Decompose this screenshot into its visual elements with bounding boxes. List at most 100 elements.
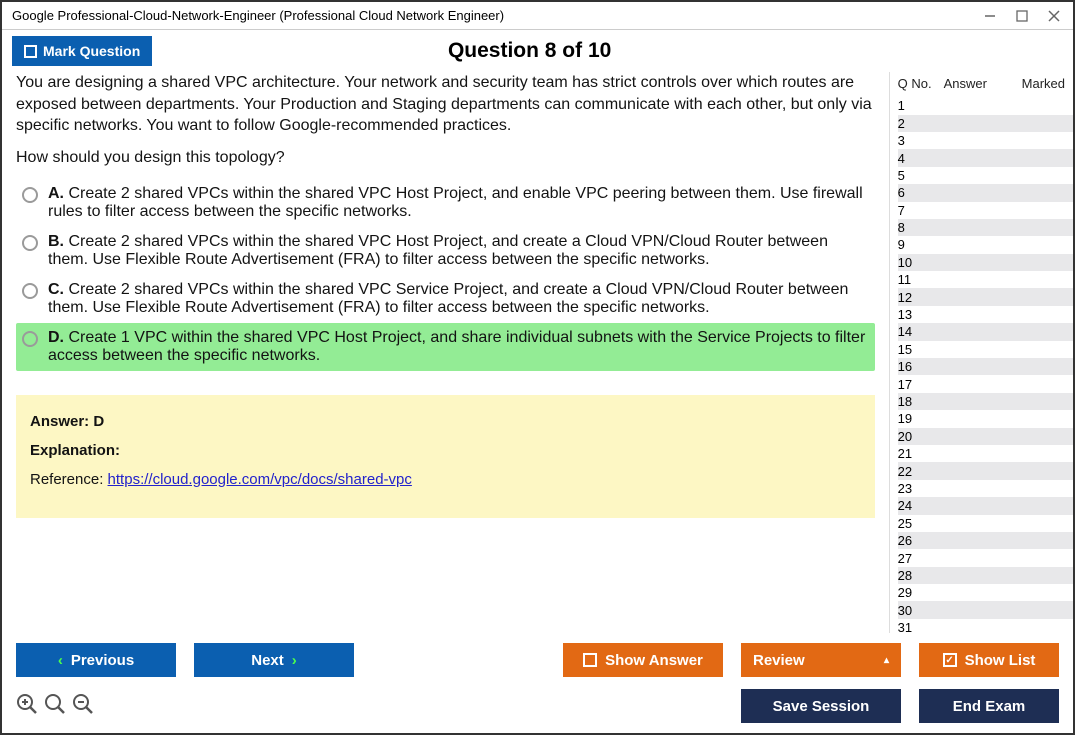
- question-list-row[interactable]: 21: [898, 445, 1073, 462]
- question-counter: Question 8 of 10: [152, 39, 907, 63]
- next-button[interactable]: Next ›: [194, 643, 354, 677]
- mark-question-label: Mark Question: [43, 43, 140, 59]
- option-d[interactable]: D. Create 1 VPC within the shared VPC Ho…: [16, 323, 875, 371]
- question-list-row[interactable]: 23: [898, 480, 1073, 497]
- question-list-row[interactable]: 7: [898, 202, 1073, 219]
- question-list-row[interactable]: 31: [898, 619, 1073, 633]
- show-list-label: Show List: [965, 652, 1036, 669]
- question-number: 28: [898, 568, 944, 583]
- question-text-1: You are designing a shared VPC architect…: [16, 72, 875, 137]
- question-list-row[interactable]: 30: [898, 601, 1073, 618]
- checkbox-icon: [583, 653, 597, 667]
- question-number: 16: [898, 359, 944, 374]
- minimize-icon[interactable]: [983, 9, 997, 23]
- header-answer: Answer: [944, 76, 1022, 91]
- bottom-bar: ‹ Previous Next › Show Answer Review ▴ ✓…: [2, 633, 1073, 733]
- question-number: 5: [898, 168, 944, 183]
- options-list: A. Create 2 shared VPCs within the share…: [16, 179, 875, 371]
- question-list-row[interactable]: 13: [898, 306, 1073, 323]
- header-marked: Marked: [1022, 76, 1065, 91]
- question-number: 29: [898, 585, 944, 600]
- question-number: 6: [898, 185, 944, 200]
- question-list-row[interactable]: 27: [898, 549, 1073, 566]
- question-number: 17: [898, 377, 944, 392]
- question-list-row[interactable]: 20: [898, 428, 1073, 445]
- question-number: 19: [898, 411, 944, 426]
- question-number: 3: [898, 133, 944, 148]
- save-session-button[interactable]: Save Session: [741, 689, 901, 723]
- question-list-row[interactable]: 26: [898, 532, 1073, 549]
- window-controls: [983, 9, 1067, 23]
- option-text: D. Create 1 VPC within the shared VPC Ho…: [48, 329, 869, 365]
- question-list-row[interactable]: 25: [898, 515, 1073, 532]
- radio-icon[interactable]: [22, 331, 38, 347]
- question-list[interactable]: 1234567891011121314151617181920212223242…: [890, 97, 1073, 633]
- maximize-icon[interactable]: [1015, 9, 1029, 23]
- zoom-controls: [16, 693, 94, 720]
- question-number: 24: [898, 498, 944, 513]
- question-list-row[interactable]: 19: [898, 410, 1073, 427]
- option-text: B. Create 2 shared VPCs within the share…: [48, 233, 869, 269]
- chevron-right-icon: ›: [292, 652, 297, 669]
- question-list-row[interactable]: 9: [898, 236, 1073, 253]
- chevron-left-icon: ‹: [58, 652, 63, 669]
- question-number: 26: [898, 533, 944, 548]
- question-list-row[interactable]: 8: [898, 219, 1073, 236]
- answer-box: Answer: D Explanation: Reference: https:…: [16, 395, 875, 518]
- question-list-row[interactable]: 18: [898, 393, 1073, 410]
- option-c[interactable]: C. Create 2 shared VPCs within the share…: [16, 275, 875, 323]
- show-answer-button[interactable]: Show Answer: [563, 643, 723, 677]
- zoom-reset-icon[interactable]: [16, 693, 38, 720]
- option-a[interactable]: A. Create 2 shared VPCs within the share…: [16, 179, 875, 227]
- question-list-row[interactable]: 1: [898, 97, 1073, 114]
- question-list-row[interactable]: 17: [898, 375, 1073, 392]
- radio-icon[interactable]: [22, 283, 38, 299]
- review-button[interactable]: Review ▴: [741, 643, 901, 677]
- question-list-row[interactable]: 14: [898, 323, 1073, 340]
- toolbar: Mark Question Question 8 of 10: [2, 30, 1073, 72]
- question-list-row[interactable]: 29: [898, 584, 1073, 601]
- question-list-row[interactable]: 5: [898, 167, 1073, 184]
- reference-link[interactable]: https://cloud.google.com/vpc/docs/shared…: [108, 471, 412, 488]
- question-list-row[interactable]: 15: [898, 341, 1073, 358]
- end-exam-button[interactable]: End Exam: [919, 689, 1059, 723]
- question-list-row[interactable]: 6: [898, 184, 1073, 201]
- question-number: 11: [898, 272, 944, 287]
- question-list-row[interactable]: 22: [898, 462, 1073, 479]
- next-label: Next: [251, 652, 284, 669]
- question-number: 23: [898, 481, 944, 496]
- close-icon[interactable]: [1047, 9, 1061, 23]
- question-list-row[interactable]: 12: [898, 288, 1073, 305]
- question-list-header: Q No. Answer Marked: [890, 72, 1073, 97]
- explanation-label: Explanation:: [30, 442, 120, 459]
- previous-button[interactable]: ‹ Previous: [16, 643, 176, 677]
- question-list-row[interactable]: 28: [898, 567, 1073, 584]
- body: You are designing a shared VPC architect…: [2, 72, 1073, 633]
- question-number: 27: [898, 551, 944, 566]
- question-number: 31: [898, 620, 944, 633]
- mark-question-button[interactable]: Mark Question: [12, 36, 152, 66]
- option-b[interactable]: B. Create 2 shared VPCs within the share…: [16, 227, 875, 275]
- question-list-row[interactable]: 16: [898, 358, 1073, 375]
- question-number: 25: [898, 516, 944, 531]
- checkbox-icon: [24, 45, 37, 58]
- question-list-row[interactable]: 24: [898, 497, 1073, 514]
- reference-line: Reference: https://cloud.google.com/vpc/…: [30, 471, 861, 488]
- zoom-out-icon[interactable]: [72, 693, 94, 720]
- question-number: 20: [898, 429, 944, 444]
- end-exam-label: End Exam: [953, 698, 1026, 715]
- question-number: 12: [898, 290, 944, 305]
- show-list-button[interactable]: ✓ Show List: [919, 643, 1059, 677]
- question-list-row[interactable]: 4: [898, 149, 1073, 166]
- radio-icon[interactable]: [22, 187, 38, 203]
- radio-icon[interactable]: [22, 235, 38, 251]
- question-number: 9: [898, 237, 944, 252]
- reference-prefix: Reference:: [30, 471, 108, 488]
- button-row-2: Save Session End Exam: [16, 689, 1059, 723]
- question-list-row[interactable]: 11: [898, 271, 1073, 288]
- question-list-row[interactable]: 2: [898, 115, 1073, 132]
- zoom-in-icon[interactable]: [44, 693, 66, 720]
- question-list-row[interactable]: 10: [898, 254, 1073, 271]
- question-list-row[interactable]: 3: [898, 132, 1073, 149]
- question-panel: You are designing a shared VPC architect…: [2, 72, 889, 633]
